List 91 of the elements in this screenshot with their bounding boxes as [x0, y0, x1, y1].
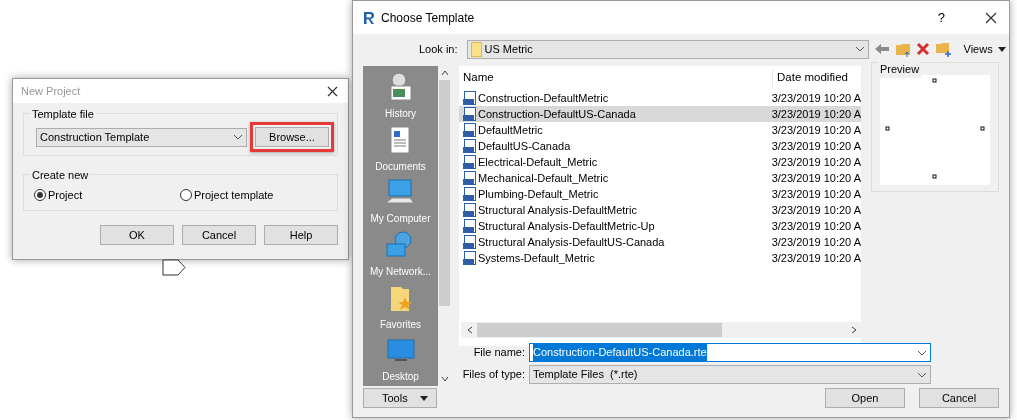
file-date: 3/23/2019 10:20 A: [770, 90, 861, 106]
column-header[interactable]: Date modified: [772, 69, 848, 87]
close-icon[interactable]: [985, 11, 997, 24]
file-name: Structural Analysis-DefaultMetric: [478, 202, 637, 218]
file-date: 3/23/2019 10:20 A: [770, 122, 861, 138]
scroll-thumb[interactable]: [477, 323, 722, 337]
chevron-down-icon[interactable]: [233, 134, 243, 140]
dialog-button[interactable]: OK: [100, 224, 174, 245]
field-label: File name:: [472, 345, 525, 361]
file-name: Structural Analysis-DefaultUS-Canada: [478, 234, 665, 250]
help-button[interactable]: ?: [937, 7, 945, 28]
file-row[interactable]: Systems-Default_Metric 3/23/2019 10:20 A: [459, 250, 861, 266]
horizontal-scrollbar[interactable]: [461, 322, 863, 338]
new-folder-icon[interactable]: [934, 41, 951, 57]
radio-button[interactable]: [180, 189, 192, 202]
look-in-label: Look in:: [419, 41, 458, 57]
window-title: Choose Template: [381, 9, 476, 27]
scroll-down-icon[interactable]: [440, 376, 449, 382]
template-file-icon: [463, 235, 476, 249]
file-name-field[interactable]: Construction-DefaultUS-Canada.rte: [529, 343, 931, 362]
file-row[interactable]: DefaultMetric 3/23/2019 10:20 A: [459, 122, 861, 138]
close-icon[interactable]: [327, 85, 338, 97]
template-file-icon: [463, 123, 476, 137]
folder-up-icon[interactable]: [894, 41, 911, 57]
window-title: New Project: [21, 83, 81, 99]
template-file-icon: [463, 187, 476, 201]
file-name: Electrical-Default_Metric: [478, 154, 598, 170]
scroll-right-icon[interactable]: [851, 326, 857, 334]
field-label: Files of type:: [461, 367, 525, 383]
file-date: 3/23/2019 10:20 A: [770, 138, 861, 154]
file-row[interactable]: Plumbing-Default_Metric 3/23/2019 10:20 A: [459, 186, 861, 202]
file-date: 3/23/2019 10:20 A: [770, 154, 861, 170]
chevron-down-icon[interactable]: [917, 371, 927, 378]
file-row[interactable]: Mechanical-Default_Metric 3/23/2019 10:20 A: [459, 170, 861, 186]
file-name: Construction-DefaultMetric: [478, 90, 609, 106]
column-header[interactable]: Name: [463, 69, 494, 87]
file-row[interactable]: Structural Analysis-DefaultUS-Canada 3/23/2019 10:20 A: [459, 234, 861, 250]
template-file-icon: [463, 203, 476, 217]
template-file-icon: [463, 251, 476, 265]
file-name: DefaultUS-Canada: [478, 138, 571, 154]
template-file-icon: [463, 219, 476, 233]
template-file-icon: [463, 107, 476, 121]
chevron-down-icon[interactable]: [854, 46, 865, 52]
dialog-button[interactable]: Cancel: [182, 224, 256, 245]
file-row[interactable]: DefaultUS-Canada 3/23/2019 10:20 A: [459, 138, 861, 154]
scroll-up-icon[interactable]: [440, 70, 449, 76]
file-row[interactable]: Construction-DefaultMetric 3/23/2019 10:20 A: [459, 90, 861, 106]
file-row[interactable]: Structural Analysis-DefaultMetric 3/23/2019 10:20 A: [459, 202, 861, 218]
file-date: 3/23/2019 10:20 A: [770, 186, 861, 202]
chevron-down-icon[interactable]: [917, 349, 927, 356]
file-row[interactable]: Structural Analysis-DefaultMetric-Up 3/23/2019 10:20 A: [459, 218, 861, 234]
caret-down-icon: [420, 395, 428, 401]
file-date: 3/23/2019 10:20 A: [770, 106, 861, 122]
file-name: Construction-DefaultUS-Canada: [478, 106, 636, 122]
dialog-button[interactable]: Cancel: [919, 388, 999, 408]
template-file-icon: [463, 139, 476, 153]
file-name: Mechanical-Default_Metric: [478, 170, 609, 186]
file-name: Plumbing-Default_Metric: [478, 186, 599, 202]
folder-icon: [470, 41, 482, 57]
file-row[interactable]: Construction-DefaultUS-Canada 3/23/2019 10:20 A: [459, 106, 861, 122]
file-name: DefaultMetric: [478, 122, 543, 138]
preview-label: Preview: [878, 61, 922, 78]
template-file-icon: [463, 155, 476, 169]
radio-label[interactable]: Project: [48, 187, 83, 204]
file-row[interactable]: Electrical-Default_Metric 3/23/2019 10:20 A: [459, 154, 861, 170]
views-menu[interactable]: Views: [963, 40, 993, 58]
dialog-button[interactable]: Help: [264, 224, 338, 245]
radio-label[interactable]: Project template: [194, 187, 274, 204]
file-date: 3/23/2019 10:20 A: [770, 250, 861, 266]
template-file-icon: [463, 91, 476, 105]
radio-button[interactable]: [34, 189, 46, 202]
pointer-shape-icon: [162, 259, 186, 276]
file-type-dropdown[interactable]: Template Files (*.rte): [529, 365, 931, 384]
browse-button[interactable]: Browse...: [255, 127, 329, 147]
file-name: Structural Analysis-DefaultMetric-Up: [478, 218, 655, 234]
template-dropdown[interactable]: Construction Template: [36, 127, 247, 147]
file-date: 3/23/2019 10:20 A: [770, 202, 861, 218]
delete-icon[interactable]: [915, 42, 930, 56]
scroll-left-icon[interactable]: [467, 326, 473, 334]
file-date: 3/23/2019 10:20 A: [770, 218, 861, 234]
tools-button[interactable]: Tools: [363, 388, 437, 408]
look-in-dropdown[interactable]: US Metric: [466, 39, 869, 59]
back-arrow-icon[interactable]: [873, 43, 890, 55]
template-file-icon: [463, 171, 476, 185]
file-name: Systems-Default_Metric: [478, 250, 595, 266]
file-date: 3/23/2019 10:20 A: [770, 234, 861, 250]
app-logo-icon: [363, 10, 375, 25]
file-date: 3/23/2019 10:20 A: [770, 170, 861, 186]
dialog-button[interactable]: Open: [825, 388, 905, 408]
caret-down-icon[interactable]: [997, 46, 1006, 52]
scroll-thumb[interactable]: [439, 80, 450, 306]
